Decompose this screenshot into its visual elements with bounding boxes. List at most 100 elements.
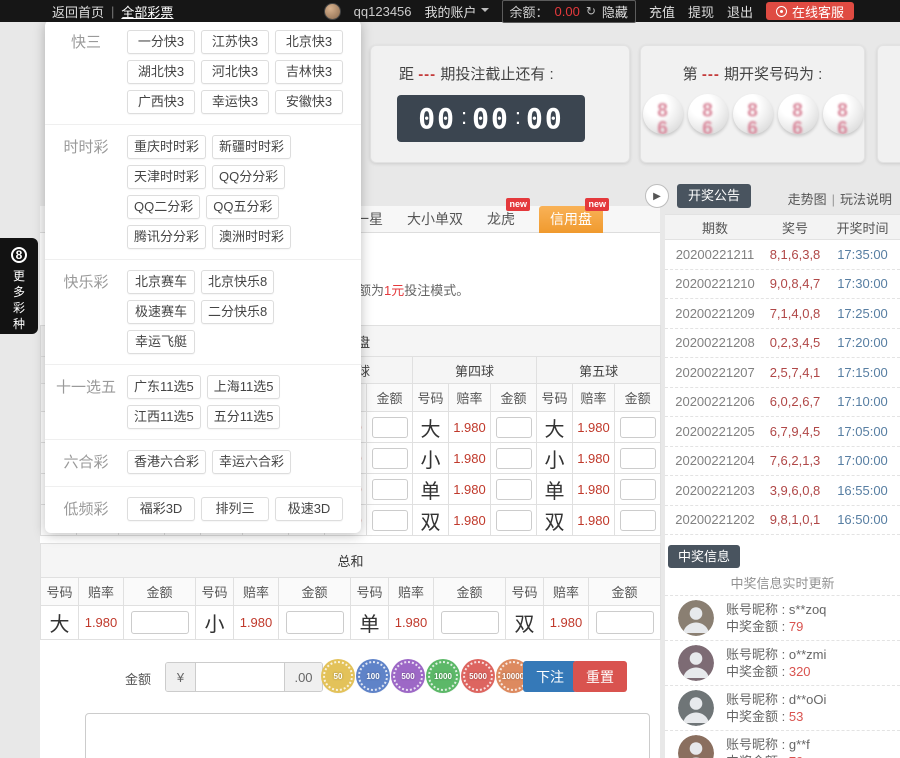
draw-announcement-button[interactable]: 开奖公告 (677, 184, 751, 208)
sum-option-双[interactable]: 双 (506, 606, 544, 640)
lottery-link-天津时时彩[interactable]: 天津时时彩 (127, 165, 206, 189)
bet-amount-input[interactable] (372, 510, 408, 531)
lottery-link-上海11选5[interactable]: 上海11选5 (207, 375, 281, 399)
more-lottery-tab[interactable]: 8 更多彩种 (0, 238, 38, 334)
logout-link[interactable]: 退出 (727, 2, 753, 21)
bet-option-大[interactable]: 大 (537, 412, 573, 443)
recharge-link[interactable]: 充值 (649, 2, 675, 21)
amount-input[interactable] (196, 663, 284, 691)
bet-option-单[interactable]: 单 (537, 474, 573, 505)
bet-slip-area[interactable] (85, 713, 650, 758)
lottery-link-北京快乐8[interactable]: 北京快乐8 (201, 270, 274, 294)
lottery-link-湖北快3[interactable]: 湖北快3 (127, 60, 195, 84)
lottery-link-幸运六合彩[interactable]: 幸运六合彩 (212, 450, 291, 474)
bet-amount-input[interactable] (496, 448, 532, 469)
chip-50[interactable]: 50 (323, 661, 353, 691)
topbar-separator: | (111, 4, 114, 19)
bet-option-单[interactable]: 单 (413, 474, 449, 505)
hide-balance-button[interactable]: 隐藏 (602, 2, 628, 21)
bet-option-双[interactable]: 双 (537, 505, 573, 536)
withdraw-link[interactable]: 提现 (688, 2, 714, 21)
trend-chart-link[interactable]: 走势图 (788, 192, 827, 207)
winner-name: 账号昵称 : s**zoq (726, 601, 826, 618)
chip-100[interactable]: 100 (358, 661, 388, 691)
bet-amount-input[interactable] (620, 510, 656, 531)
bet-amount-input[interactable] (620, 417, 656, 438)
refresh-icon[interactable]: ↻ (586, 4, 596, 18)
lottery-link-QQ五分彩[interactable]: QQ五分彩 (206, 195, 279, 219)
bet-amount-input[interactable] (496, 479, 532, 500)
tab-大小单双[interactable]: 大小单双 (407, 206, 463, 233)
bet-odds: 1.980 (449, 505, 491, 536)
sum-option-大[interactable]: 大 (41, 606, 79, 640)
sum-odds: 1.980 (79, 606, 124, 640)
winner-avatar (678, 735, 714, 758)
sum-amount-input[interactable] (596, 611, 654, 634)
place-bet-button[interactable]: 下注 (523, 661, 577, 692)
sum-amount-input[interactable] (286, 611, 344, 634)
all-lottery-dropdown: 快三 一分快3江苏快3北京快3湖北快3河北快3吉林快3广西快3幸运快3安徽快3 … (45, 20, 361, 533)
sum-amount-input[interactable] (131, 611, 189, 634)
lottery-link-香港六合彩[interactable]: 香港六合彩 (127, 450, 206, 474)
lottery-link-河北快3[interactable]: 河北快3 (201, 60, 269, 84)
bet-amount-input[interactable] (372, 479, 408, 500)
carousel-play-button[interactable]: ▶ (645, 184, 669, 208)
lottery-link-福彩3D[interactable]: 福彩3D (127, 497, 195, 521)
lottery-link-极速3D[interactable]: 极速3D (275, 497, 343, 521)
tab-龙虎[interactable]: 龙虎new (487, 206, 515, 233)
lottery-link-QQ分分彩[interactable]: QQ分分彩 (212, 165, 285, 189)
lottery-link-澳洲时时彩[interactable]: 澳洲时时彩 (212, 225, 291, 249)
lottery-link-五分11选5[interactable]: 五分11选5 (207, 405, 281, 429)
bet-amount-input[interactable] (620, 448, 656, 469)
result-period: 20200221209 (665, 306, 765, 321)
result-period: 20200221204 (665, 453, 765, 468)
lottery-link-一分快3[interactable]: 一分快3 (127, 30, 195, 54)
bet-option-小[interactable]: 小 (537, 443, 573, 474)
lottery-link-广西快3[interactable]: 广西快3 (127, 90, 195, 114)
back-home-link[interactable]: 返回首页 (52, 2, 104, 21)
sub-column-header: 金额 (367, 384, 413, 412)
online-service-button[interactable]: 在线客服 (766, 2, 854, 20)
chip-5000[interactable]: 5000 (463, 661, 493, 691)
reset-button[interactable]: 重置 (573, 661, 627, 692)
all-lottery-link[interactable]: 全部彩票 (121, 2, 173, 21)
bet-amount-input[interactable] (372, 417, 408, 438)
lottery-link-新疆时时彩[interactable]: 新疆时时彩 (212, 135, 291, 159)
lottery-link-安徽快3[interactable]: 安徽快3 (275, 90, 343, 114)
lottery-link-北京快3[interactable]: 北京快3 (275, 30, 343, 54)
sum-amount-input[interactable] (441, 611, 499, 634)
timer-hours: 00 (418, 102, 456, 135)
lottery-link-重庆时时彩[interactable]: 重庆时时彩 (127, 135, 206, 159)
lottery-link-二分快乐8[interactable]: 二分快乐8 (201, 300, 274, 324)
chip-500[interactable]: 500 (393, 661, 423, 691)
lottery-link-QQ二分彩[interactable]: QQ二分彩 (127, 195, 200, 219)
lottery-link-排列三[interactable]: 排列三 (201, 497, 269, 521)
bet-option-双[interactable]: 双 (413, 505, 449, 536)
lottery-link-江西11选5[interactable]: 江西11选5 (127, 405, 201, 429)
lottery-link-幸运飞艇[interactable]: 幸运飞艇 (127, 330, 195, 354)
winner-avatar (678, 690, 714, 726)
lottery-link-江苏快3[interactable]: 江苏快3 (201, 30, 269, 54)
lottery-link-广东11选5[interactable]: 广东11选5 (127, 375, 201, 399)
lottery-link-极速赛车[interactable]: 极速赛车 (127, 300, 195, 324)
lottery-link-幸运快3[interactable]: 幸运快3 (201, 90, 269, 114)
rules-link[interactable]: 玩法说明 (840, 192, 892, 207)
lottery-link-北京赛车[interactable]: 北京赛车 (127, 270, 195, 294)
decimal-suffix: .00 (284, 663, 322, 691)
result-row: 20200221211 8,1,6,3,8 17:35:00 (665, 240, 900, 270)
lottery-link-腾讯分分彩[interactable]: 腾讯分分彩 (127, 225, 206, 249)
topbar: 返回首页 | 全部彩票 qq123456 我的账户 余额： 0.00 ↻ 隐藏 … (0, 0, 900, 22)
tab-信用盘[interactable]: 信用盘new (539, 206, 603, 233)
bet-amount-input[interactable] (620, 479, 656, 500)
chip-1000[interactable]: 1000 (428, 661, 458, 691)
bet-amount-input[interactable] (372, 448, 408, 469)
bet-option-小[interactable]: 小 (413, 443, 449, 474)
bet-amount-input[interactable] (496, 417, 532, 438)
bet-option-大[interactable]: 大 (413, 412, 449, 443)
countdown-timer: 00:00:00 (397, 95, 585, 142)
lottery-link-吉林快3[interactable]: 吉林快3 (275, 60, 343, 84)
sum-option-小[interactable]: 小 (196, 606, 234, 640)
my-account-menu[interactable]: 我的账户 (425, 2, 489, 21)
bet-amount-input[interactable] (496, 510, 532, 531)
sum-option-单[interactable]: 单 (351, 606, 389, 640)
